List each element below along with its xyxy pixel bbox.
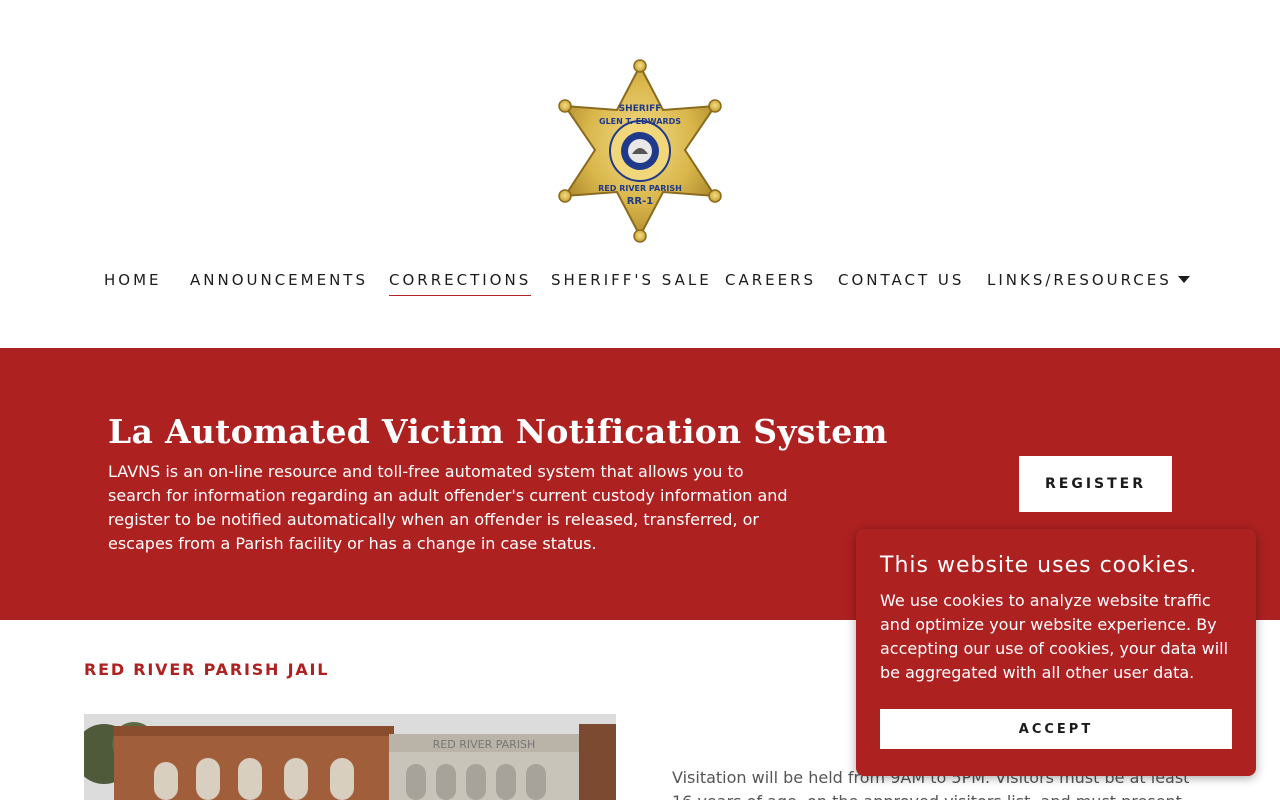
- caret-down-icon: [1177, 276, 1190, 283]
- badge-parish-text: RED RIVER PARISH: [598, 184, 682, 193]
- photo-sign-text: RED RIVER PARISH: [433, 738, 536, 751]
- nav-careers[interactable]: CAREERS: [725, 270, 816, 290]
- cookie-text: We use cookies to analyze website traffi…: [880, 591, 1229, 682]
- nav-links-resources-label: LINKS/RESOURCES: [987, 271, 1172, 289]
- site-header: SHERIFF GLEN T. EDWARDS RED RIVER PARISH…: [0, 0, 1280, 348]
- nav-sheriffs-sale[interactable]: SHERIFF'S SALE: [551, 270, 712, 290]
- section-heading: RED RIVER PARISH JAIL: [84, 660, 330, 679]
- cookie-title: This website uses cookies.: [880, 553, 1198, 578]
- hero-title: La Automated Victim Notification System: [108, 412, 888, 451]
- nav-contact-us[interactable]: CONTACT US: [838, 270, 964, 290]
- badge-name-text: GLEN T. EDWARDS: [599, 117, 681, 126]
- nav-home[interactable]: HOME: [104, 270, 162, 290]
- sheriff-star-badge-icon[interactable]: SHERIFF GLEN T. EDWARDS RED RIVER PARISH…: [555, 58, 725, 244]
- nav-announcements[interactable]: ANNOUNCEMENTS: [190, 270, 368, 290]
- jail-photo: RED RIVER PARISH: [84, 714, 616, 800]
- hero-description: LAVNS is an on-line resource and toll-fr…: [108, 462, 788, 553]
- badge-top-text: SHERIFF: [619, 104, 662, 114]
- cookie-banner: This website uses cookies. We use cookie…: [856, 529, 1256, 776]
- register-button[interactable]: REGISTER: [1019, 456, 1172, 512]
- nav-corrections[interactable]: CORRECTIONS: [389, 270, 532, 296]
- nav-links-resources[interactable]: LINKS/RESOURCES: [987, 270, 1190, 290]
- main-nav: HOME ANNOUNCEMENTS CORRECTIONS SHERIFF'S…: [0, 270, 1280, 300]
- accept-cookies-button[interactable]: ACCEPT: [880, 709, 1232, 749]
- badge-id-text: RR-1: [627, 196, 654, 207]
